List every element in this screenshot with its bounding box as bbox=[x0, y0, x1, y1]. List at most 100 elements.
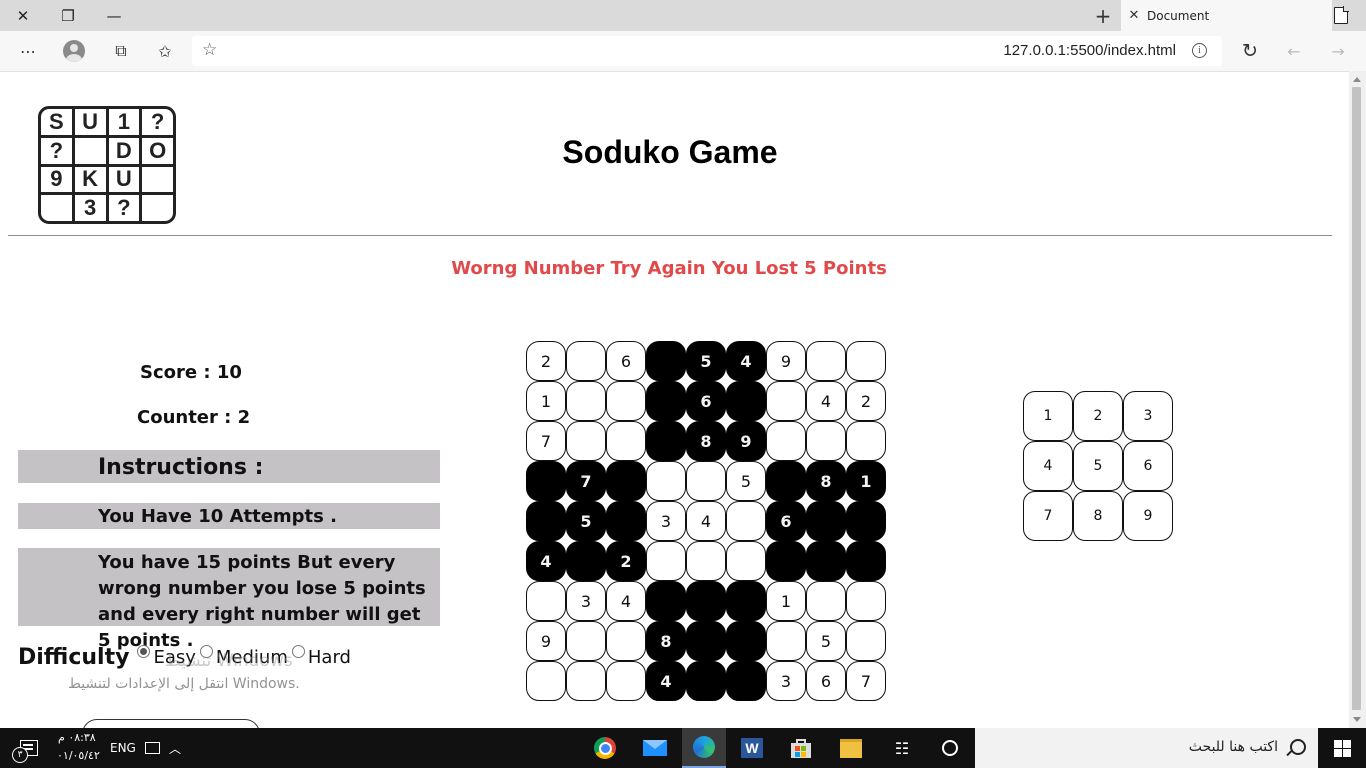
number-button-2[interactable]: 2 bbox=[1073, 391, 1123, 441]
network-icon[interactable] bbox=[142, 728, 162, 768]
sudoku-cell-r5-c6[interactable] bbox=[726, 501, 766, 541]
edge-icon[interactable] bbox=[682, 728, 726, 768]
add-favorite-star-icon[interactable]: ☆ bbox=[202, 40, 217, 60]
sudoku-cell-r5-c5[interactable]: 4 bbox=[686, 501, 726, 541]
tab-document[interactable]: ✕ Document bbox=[1121, 0, 1332, 31]
sudoku-cell-r8-c8[interactable]: 5 bbox=[806, 621, 846, 661]
forward-arrow-icon[interactable]: → bbox=[1320, 31, 1356, 71]
sudoku-cell-r5-c1[interactable] bbox=[526, 501, 566, 541]
difficulty-hard-radio[interactable] bbox=[291, 645, 305, 658]
sudoku-cell-r8-c4[interactable]: 8 bbox=[646, 621, 686, 661]
sudoku-cell-r6-c9[interactable] bbox=[846, 541, 886, 581]
sudoku-cell-r5-c8[interactable] bbox=[806, 501, 846, 541]
number-button-6[interactable]: 6 bbox=[1123, 441, 1173, 491]
task-view-icon[interactable]: ☷ bbox=[882, 728, 922, 768]
sudoku-cell-r6-c2[interactable] bbox=[566, 541, 606, 581]
store-icon[interactable] bbox=[781, 728, 821, 768]
sudoku-cell-r8-c2[interactable] bbox=[566, 621, 606, 661]
sudoku-cell-r4-c2[interactable]: 7 bbox=[566, 461, 606, 501]
close-tab-icon[interactable]: ✕ bbox=[1121, 8, 1147, 23]
sudoku-cell-r4-c3[interactable] bbox=[606, 461, 646, 501]
profile-avatar-icon[interactable] bbox=[56, 31, 92, 71]
address-bar[interactable]: ☆ 127.0.0.1:5500/index.html i bbox=[192, 36, 1222, 66]
minimize-window-icon[interactable]: — bbox=[91, 0, 137, 31]
sudoku-cell-r1-c7[interactable]: 9 bbox=[766, 341, 806, 381]
sudoku-cell-r2-c5[interactable]: 6 bbox=[686, 381, 726, 421]
show-hidden-icons-chevron-icon[interactable]: ︿ bbox=[165, 728, 185, 768]
sudoku-cell-r3-c2[interactable] bbox=[566, 421, 606, 461]
sudoku-cell-r3-c4[interactable] bbox=[646, 421, 686, 461]
sudoku-cell-r3-c3[interactable] bbox=[606, 421, 646, 461]
sudoku-cell-r8-c7[interactable] bbox=[766, 621, 806, 661]
word-icon[interactable]: W bbox=[732, 728, 772, 768]
sudoku-cell-r1-c3[interactable]: 6 bbox=[606, 341, 646, 381]
sudoku-cell-r7-c1[interactable] bbox=[526, 581, 566, 621]
number-button-1[interactable]: 1 bbox=[1023, 391, 1073, 441]
difficulty-easy-radio[interactable] bbox=[137, 645, 151, 658]
sudoku-cell-r7-c8[interactable] bbox=[806, 581, 846, 621]
windows-start-icon[interactable] bbox=[1318, 728, 1366, 768]
sudoku-cell-r4-c5[interactable] bbox=[686, 461, 726, 501]
close-window-icon[interactable]: ✕ bbox=[0, 0, 46, 31]
sudoku-cell-r9-c7[interactable]: 3 bbox=[766, 661, 806, 701]
sudoku-cell-r9-c9[interactable]: 7 bbox=[846, 661, 886, 701]
restore-window-icon[interactable]: ❐ bbox=[45, 0, 91, 31]
sudoku-cell-r8-c5[interactable] bbox=[686, 621, 726, 661]
page-scrollbar[interactable] bbox=[1349, 71, 1366, 728]
sudoku-cell-r3-c6[interactable]: 9 bbox=[726, 421, 766, 461]
language-indicator[interactable]: ENG bbox=[110, 741, 136, 755]
sudoku-cell-r3-c1[interactable]: 7 bbox=[526, 421, 566, 461]
sudoku-cell-r2-c6[interactable] bbox=[726, 381, 766, 421]
sudoku-cell-r6-c7[interactable] bbox=[766, 541, 806, 581]
collections-icon[interactable]: ⧉ bbox=[103, 31, 139, 71]
site-info-icon[interactable]: i bbox=[1192, 43, 1207, 58]
sudoku-cell-r1-c9[interactable] bbox=[846, 341, 886, 381]
sudoku-cell-r9-c4[interactable]: 4 bbox=[646, 661, 686, 701]
cortana-icon[interactable] bbox=[930, 728, 970, 768]
notifications-icon[interactable]: ٣ bbox=[12, 728, 46, 768]
sudoku-cell-r2-c1[interactable]: 1 bbox=[526, 381, 566, 421]
favorites-list-icon[interactable]: ✩ bbox=[147, 31, 183, 71]
sudoku-cell-r8-c6[interactable] bbox=[726, 621, 766, 661]
sudoku-cell-r2-c4[interactable] bbox=[646, 381, 686, 421]
tab-actions-page-icon[interactable] bbox=[1334, 6, 1349, 24]
sudoku-cell-r9-c8[interactable]: 6 bbox=[806, 661, 846, 701]
number-button-4[interactable]: 4 bbox=[1023, 441, 1073, 491]
number-button-7[interactable]: 7 bbox=[1023, 491, 1073, 541]
sudoku-cell-r7-c7[interactable]: 1 bbox=[766, 581, 806, 621]
sudoku-cell-r9-c5[interactable] bbox=[686, 661, 726, 701]
sudoku-cell-r6-c5[interactable] bbox=[686, 541, 726, 581]
sudoku-cell-r1-c5[interactable]: 5 bbox=[686, 341, 726, 381]
sudoku-cell-r2-c9[interactable]: 2 bbox=[846, 381, 886, 421]
sudoku-cell-r1-c2[interactable] bbox=[566, 341, 606, 381]
sudoku-cell-r2-c8[interactable]: 4 bbox=[806, 381, 846, 421]
sudoku-cell-r7-c3[interactable]: 4 bbox=[606, 581, 646, 621]
clock-time[interactable]: ٠٨:٣٨ م bbox=[58, 731, 96, 744]
clock-date[interactable]: ٠١/٠٥/٤٢ bbox=[57, 749, 100, 762]
sudoku-cell-r9-c2[interactable] bbox=[566, 661, 606, 701]
sudoku-cell-r6-c8[interactable] bbox=[806, 541, 846, 581]
taskbar-search-box[interactable]: اكتب هنا للبحث bbox=[975, 728, 1318, 768]
new-tab-plus-icon[interactable]: + bbox=[1086, 0, 1120, 31]
scroll-down-arrow-icon[interactable] bbox=[1353, 717, 1361, 722]
sudoku-cell-r6-c4[interactable] bbox=[646, 541, 686, 581]
sudoku-cell-r7-c2[interactable]: 3 bbox=[566, 581, 606, 621]
sudoku-cell-r5-c3[interactable] bbox=[606, 501, 646, 541]
sudoku-cell-r2-c2[interactable] bbox=[566, 381, 606, 421]
sudoku-cell-r8-c9[interactable] bbox=[846, 621, 886, 661]
scrollbar-thumb[interactable] bbox=[1352, 87, 1361, 710]
sudoku-cell-r7-c5[interactable] bbox=[686, 581, 726, 621]
sudoku-cell-r1-c8[interactable] bbox=[806, 341, 846, 381]
back-arrow-icon[interactable]: ← bbox=[1276, 31, 1312, 71]
sudoku-cell-r4-c8[interactable]: 8 bbox=[806, 461, 846, 501]
sudoku-cell-r6-c6[interactable] bbox=[726, 541, 766, 581]
sudoku-cell-r5-c9[interactable] bbox=[846, 501, 886, 541]
sudoku-cell-r5-c4[interactable]: 3 bbox=[646, 501, 686, 541]
sudoku-cell-r9-c6[interactable] bbox=[726, 661, 766, 701]
scroll-up-arrow-icon[interactable] bbox=[1353, 77, 1361, 82]
number-button-5[interactable]: 5 bbox=[1073, 441, 1123, 491]
chrome-icon[interactable] bbox=[585, 728, 625, 768]
sudoku-cell-r1-c6[interactable]: 4 bbox=[726, 341, 766, 381]
sudoku-cell-r7-c9[interactable] bbox=[846, 581, 886, 621]
sudoku-cell-r4-c4[interactable] bbox=[646, 461, 686, 501]
